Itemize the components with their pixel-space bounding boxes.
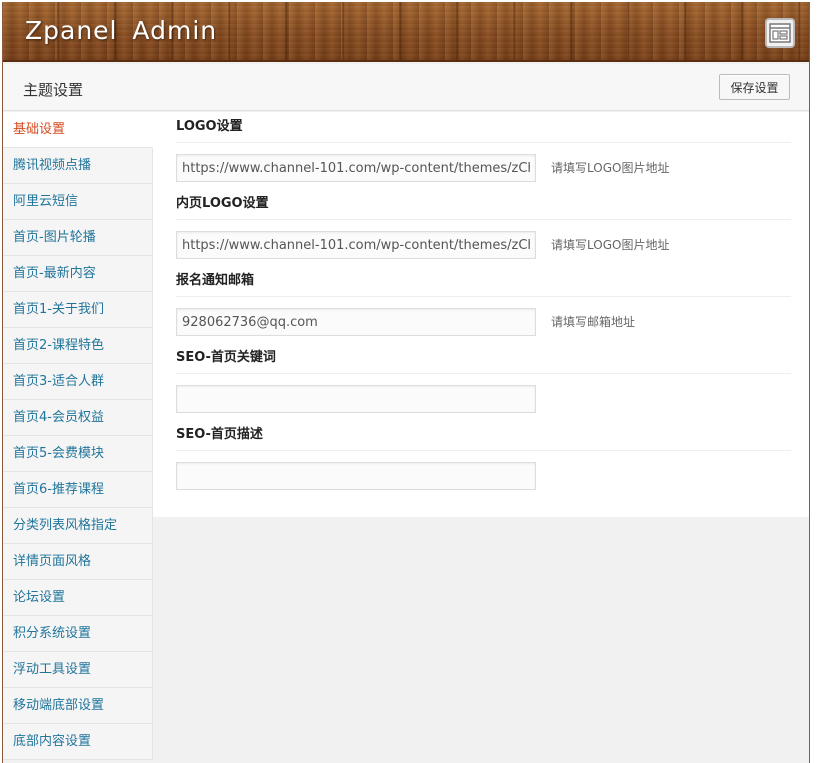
sidebar-item-mobile-footer[interactable]: 移动端底部设置	[3, 688, 153, 724]
sidebar-item-home-audience[interactable]: 首页3-适合人群	[3, 364, 153, 400]
sidebar-item-footer-content[interactable]: 底部内容设置	[3, 724, 153, 760]
section-label: 报名通知邮箱	[176, 272, 791, 297]
notify-email-section: 报名通知邮箱 请填写邮箱地址	[176, 272, 791, 339]
admin-title: Zpanel Admin	[25, 16, 218, 45]
seo-keywords-section: SEO-首页关键词	[176, 349, 791, 416]
inner-logo-url-input[interactable]	[176, 231, 536, 259]
settings-content: LOGO设置 请填写LOGO图片地址 内页LOGO设置 请填写LOGO图片地址 …	[153, 112, 809, 517]
seo-description-section: SEO-首页描述	[176, 426, 791, 493]
settings-titlebar: 主题设置 保存设置	[3, 64, 809, 111]
sidebar-item-detail-style[interactable]: 详情页面风格	[3, 544, 153, 580]
field-hint: 请填写邮箱地址	[551, 315, 636, 329]
logo-setting-section: LOGO设置 请填写LOGO图片地址	[176, 118, 791, 185]
sidebar-item-basic-settings[interactable]: 基础设置	[3, 112, 153, 148]
seo-description-input[interactable]	[176, 462, 536, 490]
admin-frame: Zpanel Admin 主题设置 保存设置 基础设置 腾讯视频点播 阿里云短信…	[2, 2, 810, 763]
notify-email-input[interactable]	[176, 308, 536, 336]
sidebar-item-aliyun-sms[interactable]: 阿里云短信	[3, 184, 153, 220]
field-hint: 请填写LOGO图片地址	[551, 238, 670, 252]
section-label: 内页LOGO设置	[176, 195, 791, 220]
save-settings-button[interactable]: 保存设置	[719, 74, 790, 100]
sidebar-item-home-recommended[interactable]: 首页6-推荐课程	[3, 472, 153, 508]
sidebar-item-tencent-vod[interactable]: 腾讯视频点播	[3, 148, 153, 184]
layout-window-icon[interactable]	[765, 18, 795, 48]
sidebar-item-points[interactable]: 积分系统设置	[3, 616, 153, 652]
logo-url-input[interactable]	[176, 154, 536, 182]
settings-sidebar: 基础设置 腾讯视频点播 阿里云短信 首页-图片轮播 首页-最新内容 首页1-关于…	[3, 112, 153, 760]
page-title: 主题设置	[23, 81, 84, 99]
sidebar-item-floating-tools[interactable]: 浮动工具设置	[3, 652, 153, 688]
sidebar-item-home-benefits[interactable]: 首页4-会员权益	[3, 400, 153, 436]
sidebar-item-forum[interactable]: 论坛设置	[3, 580, 153, 616]
section-label: LOGO设置	[176, 118, 791, 143]
field-hint: 请填写LOGO图片地址	[551, 161, 670, 175]
seo-keywords-input[interactable]	[176, 385, 536, 413]
sidebar-item-home-features[interactable]: 首页2-课程特色	[3, 328, 153, 364]
section-label: SEO-首页描述	[176, 426, 791, 451]
admin-header: Zpanel Admin	[3, 2, 809, 62]
sidebar-item-category-style[interactable]: 分类列表风格指定	[3, 508, 153, 544]
sidebar-item-home-fees[interactable]: 首页5-会费模块	[3, 436, 153, 472]
sidebar-item-home-about[interactable]: 首页1-关于我们	[3, 292, 153, 328]
sidebar-item-home-carousel[interactable]: 首页-图片轮播	[3, 220, 153, 256]
inner-logo-setting-section: 内页LOGO设置 请填写LOGO图片地址	[176, 195, 791, 262]
sidebar-item-home-latest[interactable]: 首页-最新内容	[3, 256, 153, 292]
section-label: SEO-首页关键词	[176, 349, 791, 374]
